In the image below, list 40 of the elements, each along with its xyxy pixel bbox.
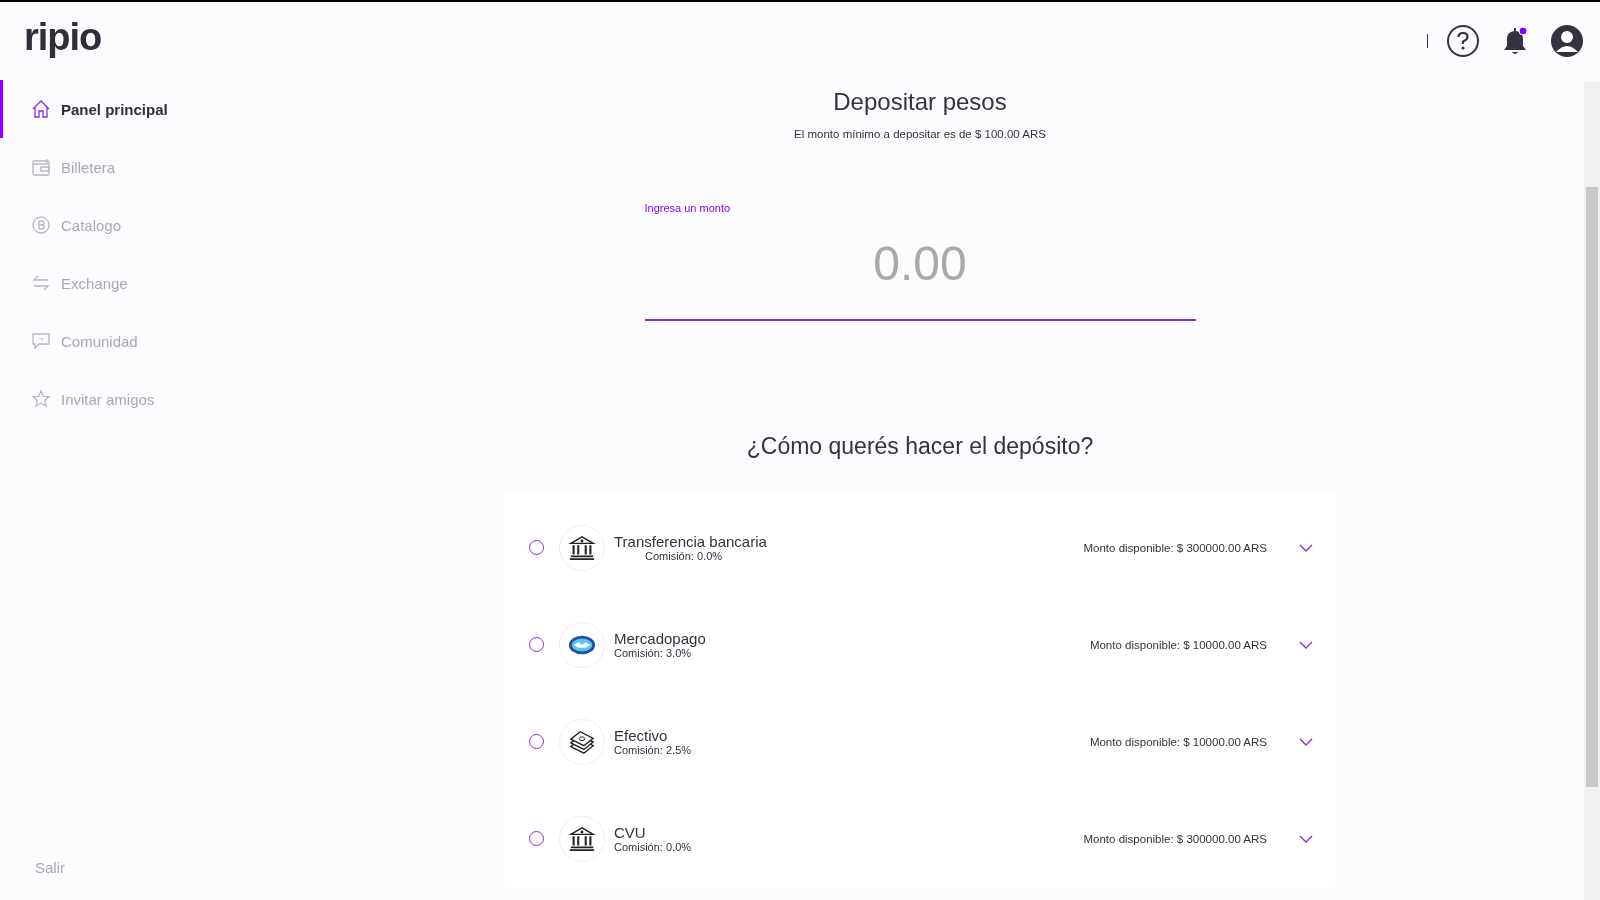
sidebar-item[interactable]: Comunidad — [0, 312, 430, 370]
method-name: Mercadopago — [614, 630, 706, 647]
available-amount: Monto disponible: $ 300000.00 ARS — [1083, 832, 1267, 845]
bank-icon — [568, 533, 596, 562]
help-icon[interactable] — [1446, 24, 1480, 58]
available-amount: Monto disponible: $ 10000.00 ARS — [1089, 638, 1267, 651]
sidebar-item[interactable]: Catalogo — [0, 196, 430, 254]
star-icon — [31, 389, 51, 409]
method-fee: Comisión: 3.0% — [614, 647, 693, 659]
method-name: Efectivo — [614, 727, 669, 744]
scrollbar[interactable] — [1584, 82, 1600, 900]
section-heading: ¿Cómo querés hacer el depósito? — [746, 433, 1094, 460]
chevron-down-icon[interactable] — [1299, 543, 1313, 552]
exchange-icon — [31, 273, 51, 293]
bank-icon — [568, 824, 596, 853]
method-fee: Comisión: 2.5% — [614, 744, 692, 756]
field-label: Ingresa un monto — [644, 202, 731, 214]
minimum-amount-note: El monto mínimo a depositar es de $ 100.00 ARS — [794, 128, 1046, 140]
logout-link[interactable]: Salir — [35, 859, 65, 876]
method-name: Transferencia bancaria — [614, 533, 767, 550]
user-avatar-icon[interactable] — [1550, 24, 1584, 58]
sidebar-item[interactable]: Invitar amigos — [0, 370, 430, 428]
method-fee: Comisión: 0.0% — [645, 550, 724, 562]
method-fee: Comisión: 0.0% — [614, 841, 692, 853]
coin-icon — [31, 215, 51, 235]
sidebar-item[interactable]: Panel principal — [0, 80, 430, 138]
ripio-logo: ripio — [23, 15, 103, 60]
sidebar-item[interactable]: Billetera — [0, 138, 430, 196]
method-name: CVU — [614, 824, 647, 841]
available-amount: Monto disponible: $ 10000.00 ARS — [1089, 735, 1267, 748]
home-icon — [31, 99, 51, 119]
amount-input[interactable]: 0.00 — [644, 214, 1196, 321]
chevron-down-icon[interactable] — [1299, 834, 1313, 843]
available-amount: Monto disponible: $ 300000.00 ARS — [1083, 541, 1267, 554]
chat-icon — [31, 331, 51, 351]
chevron-down-icon[interactable] — [1299, 640, 1313, 649]
page-title: Depositar pesos — [833, 88, 1007, 116]
sidebar-item[interactable]: Exchange — [0, 254, 430, 312]
chevron-down-icon[interactable] — [1299, 737, 1313, 746]
wallet-icon — [31, 157, 51, 177]
